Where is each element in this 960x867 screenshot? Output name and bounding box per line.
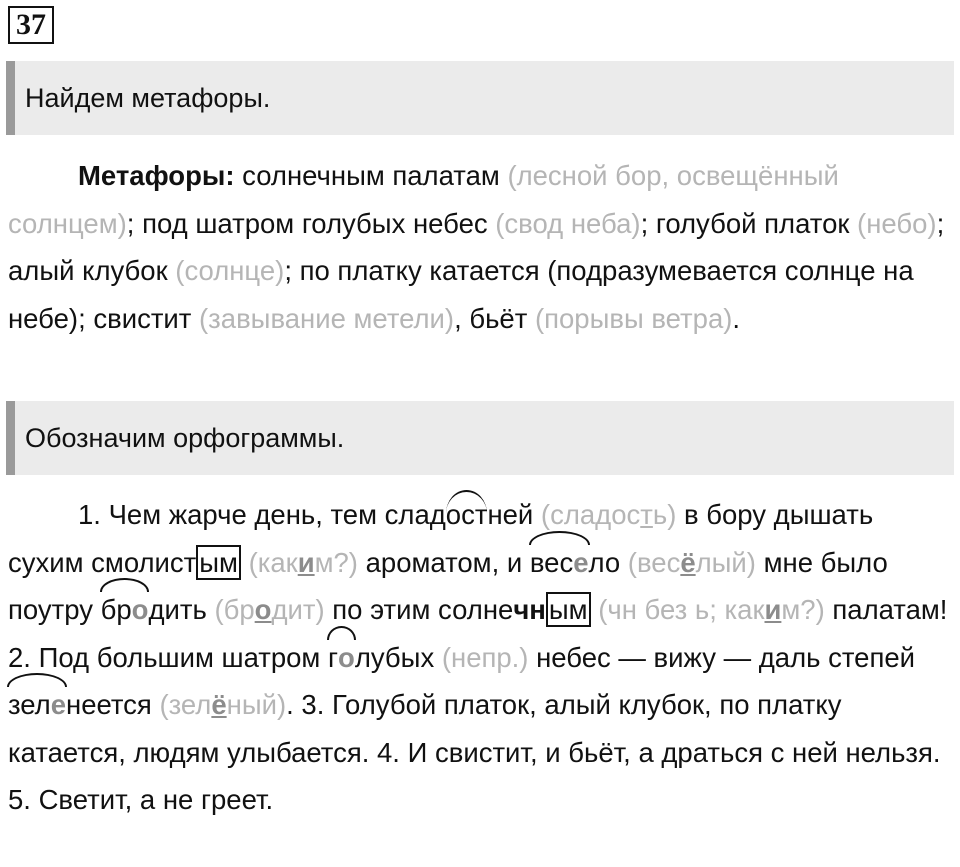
task2-answer: 1. Чем жарче день, тем сладостней (сладо… (6, 490, 952, 824)
exercise-number: 37 (8, 6, 54, 44)
hint: (зелёный) (151, 689, 287, 720)
text: солнечным палатам (234, 160, 508, 191)
hint: (бродит) (206, 594, 325, 625)
hint: (завывание метели) (199, 302, 455, 334)
task2-heading: Обозначим орфограммы. (6, 401, 954, 475)
spelling-highlight: чн (513, 594, 546, 625)
task1-answer: Метафоры: солнечным палатам (лесной бор,… (8, 152, 952, 342)
text: дить (148, 594, 207, 625)
hint: (небо) (857, 207, 937, 239)
text: небес — вижу — даль степей (528, 641, 915, 673)
hint: (чн без ь; каким?) (590, 594, 825, 625)
root-arc: зеле (6, 673, 68, 729)
text: . (732, 302, 741, 334)
hint: (каким?) (240, 546, 358, 578)
ending-box: ым (196, 544, 241, 580)
hint: (весёлый) (620, 546, 756, 578)
hint: (солнце) (175, 255, 285, 286)
root-arc: бро (99, 578, 150, 634)
hint: (сладость) (540, 499, 677, 530)
text: ; под шатром голубых небес (126, 207, 496, 239)
text: по этим солне (324, 594, 514, 625)
suffix-arc: ост (445, 490, 487, 539)
root-arc: весе (528, 530, 590, 587)
text: ней (487, 499, 541, 530)
text: , бьёт (454, 302, 535, 334)
hint: (порывы ветра) (534, 302, 733, 334)
text: неется (66, 689, 152, 720)
root-arc: го (326, 625, 356, 682)
ending-box: ым (545, 592, 591, 627)
text: ароматом, и (357, 546, 530, 578)
text: ло (588, 546, 621, 578)
text: ; голубой платок (640, 207, 858, 239)
hint: (непр.) (434, 641, 529, 673)
text: 1. Чем жарче день, тем слад (78, 499, 446, 530)
task1-heading: Найдем метафоры. (6, 61, 954, 135)
metaphors-label: Метафоры: (78, 160, 235, 191)
text: лубых (354, 641, 435, 673)
hint: (свод неба) (495, 207, 641, 239)
